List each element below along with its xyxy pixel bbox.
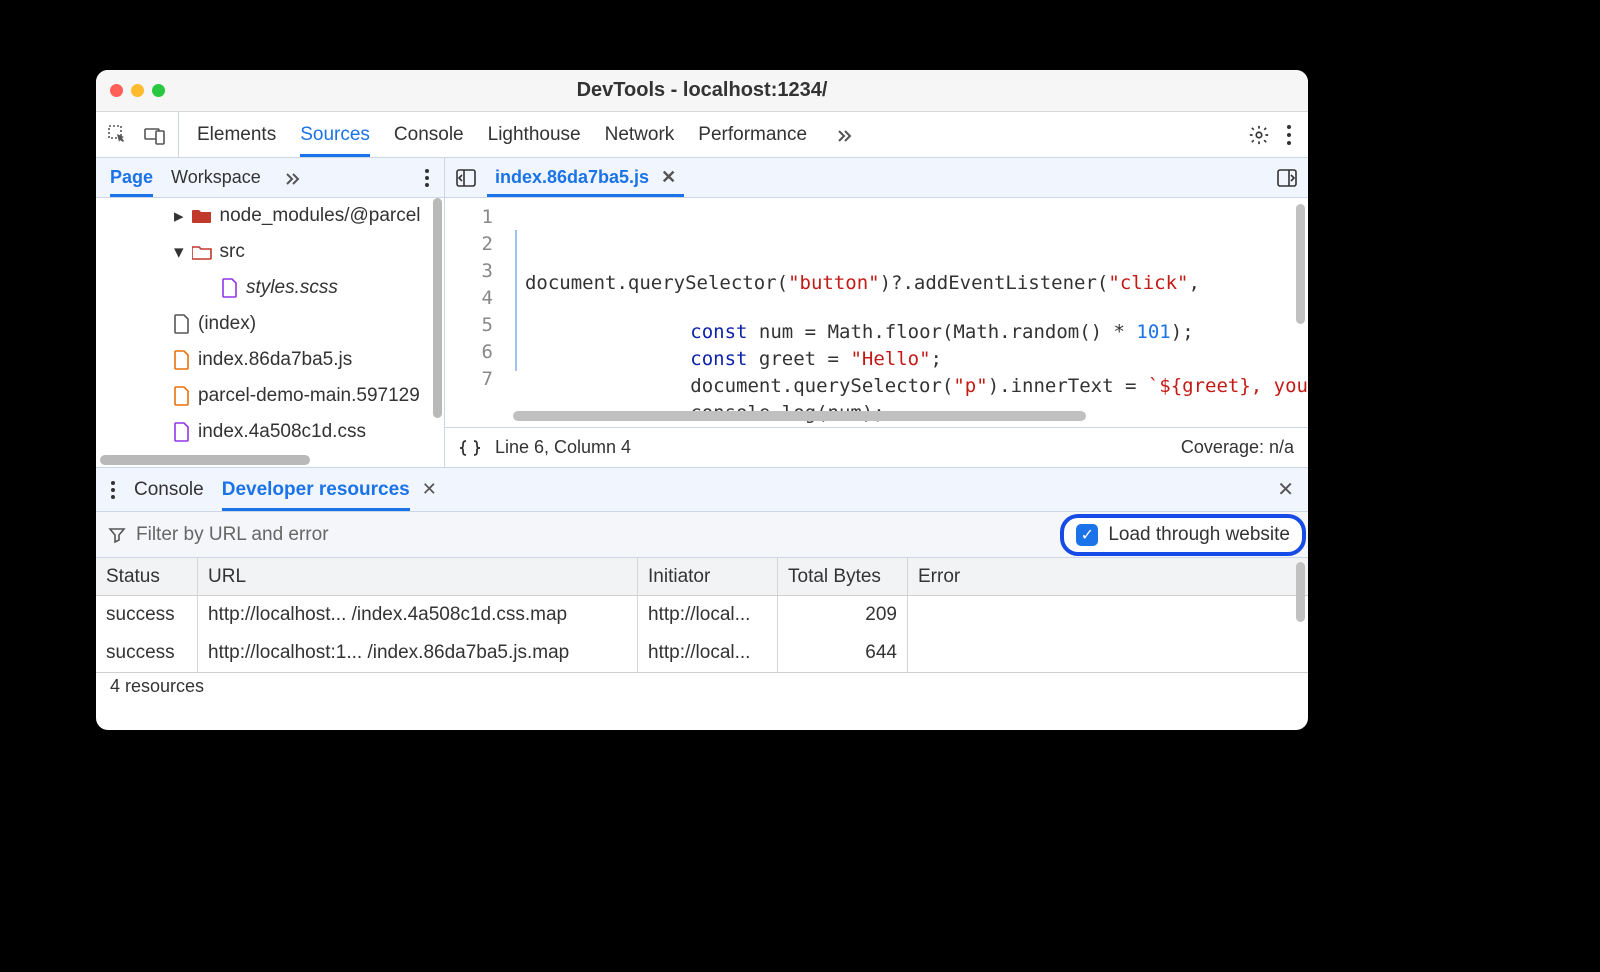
tree-label: parcel-demo-main.597129 xyxy=(198,385,420,407)
folder-open-icon xyxy=(192,244,212,260)
window-minimize-button[interactable] xyxy=(131,84,144,97)
filter-icon xyxy=(108,526,126,544)
editor-tab-index-js[interactable]: index.86da7ba5.js ✕ xyxy=(487,158,684,197)
tree-label: index.4a508c1d.css xyxy=(198,421,366,443)
tree-file-styles[interactable]: styles.scss xyxy=(96,270,434,306)
tree-file-index-css[interactable]: index.4a508c1d.css xyxy=(96,414,434,450)
editor-tab-label: index.86da7ba5.js xyxy=(495,167,649,188)
scss-file-icon xyxy=(222,278,238,298)
load-through-label: Load through website xyxy=(1108,524,1290,546)
js-file-icon xyxy=(174,350,190,370)
tree-vscroll[interactable] xyxy=(433,198,442,418)
tab-sources[interactable]: Sources xyxy=(300,112,370,157)
window-title: DevTools - localhost:1234/ xyxy=(96,79,1308,102)
css-file-icon xyxy=(174,422,190,442)
tab-performance[interactable]: Performance xyxy=(698,112,807,157)
more-menu-icon[interactable] xyxy=(1286,124,1292,146)
titlebar: DevTools - localhost:1234/ xyxy=(96,70,1308,112)
device-toolbar-icon[interactable] xyxy=(144,125,166,145)
table-header: Status URL Initiator Total Bytes Error xyxy=(96,558,1308,596)
sidebar-tab-page[interactable]: Page xyxy=(110,158,153,197)
toggle-debugger-icon[interactable] xyxy=(1276,167,1298,189)
col-error[interactable]: Error xyxy=(908,558,1308,595)
close-drawer-tab-icon[interactable]: ✕ xyxy=(422,479,437,500)
tree-file-index-js[interactable]: index.86da7ba5.js xyxy=(96,342,434,378)
tree-folder-src[interactable]: ▾ src xyxy=(96,234,434,270)
tree-label: node_modules/@parcel xyxy=(220,205,421,227)
table-row[interactable]: success http://localhost... /index.4a508… xyxy=(96,596,1308,634)
cursor-position: Line 6, Column 4 xyxy=(495,437,631,458)
inspect-element-icon[interactable] xyxy=(108,125,128,145)
code-editor[interactable]: document.querySelector("button")?.addEve… xyxy=(505,198,1308,427)
tree-file-parcel-demo[interactable]: parcel-demo-main.597129 xyxy=(96,378,434,414)
col-url[interactable]: URL xyxy=(198,558,638,595)
window-close-button[interactable] xyxy=(110,84,123,97)
pretty-print-icon[interactable] xyxy=(459,439,481,457)
col-total-bytes[interactable]: Total Bytes xyxy=(778,558,908,595)
editor-statusbar: Line 6, Column 4 Coverage: n/a xyxy=(445,427,1308,467)
tree-label: src xyxy=(220,241,245,263)
filter-placeholder: Filter by URL and error xyxy=(136,524,329,546)
col-status[interactable]: Status xyxy=(96,558,198,595)
sidebar-more-icon[interactable] xyxy=(424,158,430,197)
tree-file-index-html[interactable]: (index) xyxy=(96,306,434,342)
devtools-window: DevTools - localhost:1234/ Elements Sour… xyxy=(96,70,1308,730)
drawer-vscroll[interactable] xyxy=(1296,512,1305,702)
checkbox-checked-icon[interactable]: ✓ xyxy=(1076,524,1098,546)
js-file-icon xyxy=(174,386,190,406)
tab-lighthouse[interactable]: Lighthouse xyxy=(488,112,581,157)
chevron-right-icon: ▸ xyxy=(174,205,184,228)
tree-folder-node-modules[interactable]: ▸ node_modules/@parcel xyxy=(96,198,434,234)
line-gutter: 1234567 xyxy=(445,198,505,427)
chevron-down-icon: ▾ xyxy=(174,241,184,264)
tree-hscroll[interactable] xyxy=(100,455,310,465)
settings-icon[interactable] xyxy=(1248,124,1270,146)
html-file-icon xyxy=(174,314,190,334)
folder-icon xyxy=(192,208,212,224)
editor-pane: index.86da7ba5.js ✕ 1234567 document.que… xyxy=(445,158,1308,467)
tab-network[interactable]: Network xyxy=(605,112,675,157)
editor-hscroll[interactable] xyxy=(513,411,1288,421)
window-maximize-button[interactable] xyxy=(152,84,165,97)
sidebar-tabs-overflow-icon[interactable] xyxy=(279,158,303,197)
drawer-more-icon[interactable] xyxy=(110,480,116,500)
col-initiator[interactable]: Initiator xyxy=(638,558,778,595)
load-through-website-toggle[interactable]: ✓ Load through website xyxy=(1060,514,1306,556)
tab-elements[interactable]: Elements xyxy=(197,112,276,157)
editor-vscroll[interactable] xyxy=(1296,204,1305,324)
toggle-navigator-icon[interactable] xyxy=(455,167,477,189)
close-drawer-icon[interactable]: ✕ xyxy=(1277,468,1294,511)
main-toolbar: Elements Sources Console Lighthouse Netw… xyxy=(96,112,1308,158)
coverage-status: Coverage: n/a xyxy=(1181,437,1294,458)
tree-label: (index) xyxy=(198,313,256,335)
sources-sidebar: Page Workspace ▸ xyxy=(96,158,445,467)
close-tab-icon[interactable]: ✕ xyxy=(661,167,676,188)
drawer: Console Developer resources ✕ ✕ Filter b… xyxy=(96,468,1308,730)
drawer-tab-developer-resources[interactable]: Developer resources xyxy=(222,468,410,511)
fold-line xyxy=(515,230,517,371)
sidebar-tab-workspace[interactable]: Workspace xyxy=(171,158,261,197)
tab-console[interactable]: Console xyxy=(394,112,464,157)
resources-footer: 4 resources xyxy=(96,672,1308,700)
tabs-overflow-icon[interactable] xyxy=(831,112,855,157)
tree-label: index.86da7ba5.js xyxy=(198,349,352,371)
table-row[interactable]: success http://localhost:1... /index.86d… xyxy=(96,634,1308,672)
tree-label: styles.scss xyxy=(246,277,338,299)
resources-table: Status URL Initiator Total Bytes Error s… xyxy=(96,558,1308,672)
drawer-tab-console[interactable]: Console xyxy=(134,468,204,511)
